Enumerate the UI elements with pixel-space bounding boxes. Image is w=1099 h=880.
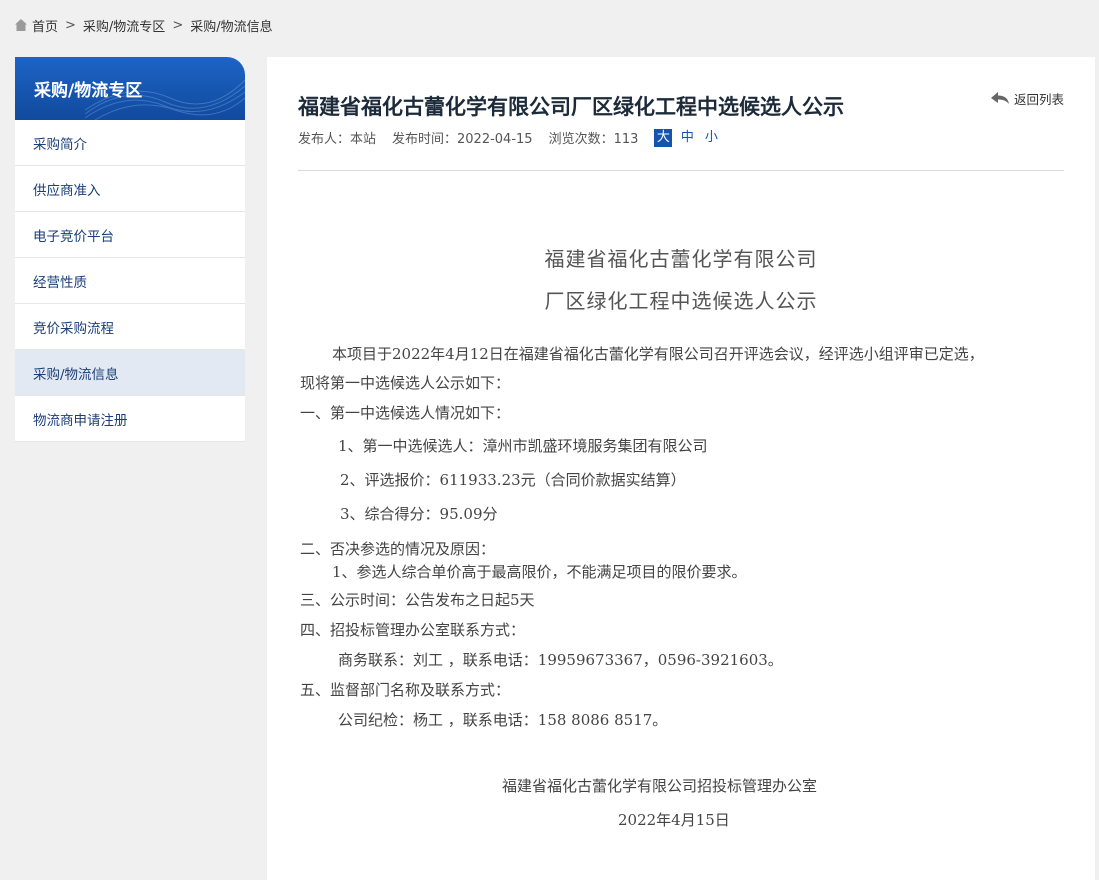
section-1-heading: 一、第一中选候选人情况如下： bbox=[300, 404, 511, 422]
signature-date: 2022年4月15日 bbox=[618, 811, 730, 829]
back-arrow-icon bbox=[990, 91, 1009, 104]
divider bbox=[298, 170, 1064, 171]
intro-line2: 现将第一中选候选人公示如下： bbox=[300, 374, 511, 392]
publisher: 发布人：本站 bbox=[298, 132, 377, 147]
font-size-large-button[interactable]: 大 bbox=[654, 128, 673, 147]
section-4-heading: 四、招投标管理办公室联系方式： bbox=[300, 621, 526, 639]
candidate-score: 3、综合得分：95.09分 bbox=[340, 505, 498, 523]
sidebar-item-bidding-process[interactable]: 竞价采购流程 bbox=[15, 304, 245, 350]
sidebar-item-logistics-register[interactable]: 物流商申请注册 bbox=[15, 396, 245, 442]
back-to-list-button[interactable]: 返回列表 bbox=[990, 89, 1064, 108]
sidebar-title: 采购/物流专区 bbox=[34, 81, 143, 101]
candidate-price: 2、评选报价：611933.23元（合同价款据实结算） bbox=[340, 471, 686, 489]
section-5-heading: 五、监督部门名称及联系方式： bbox=[300, 681, 511, 699]
font-size-small-button[interactable]: 小 bbox=[702, 129, 720, 147]
rejection-reason: 1、参选人综合单价高于最高限价，不能满足项目的限价要求。 bbox=[332, 563, 747, 581]
sidebar-item-supplier-access[interactable]: 供应商准入 bbox=[15, 166, 245, 212]
article-meta: 发布人：本站 发布时间：2022-04-15 浏览次数：113 大 中 小 bbox=[298, 128, 726, 147]
breadcrumb-level1[interactable]: 采购/物流专区 bbox=[83, 16, 165, 35]
breadcrumb-separator: > bbox=[65, 17, 76, 33]
sidebar-item-e-bidding[interactable]: 电子竞价平台 bbox=[15, 212, 245, 258]
intro-line1: 本项目于2022年4月12日在福建省福化古蕾化学有限公司召开评选会议，经评选小组… bbox=[332, 345, 984, 363]
page-title: 福建省福化古蕾化学有限公司厂区绿化工程中选候选人公示 bbox=[298, 95, 844, 119]
signature: 福建省福化古蕾化学有限公司招投标管理办公室 bbox=[502, 777, 818, 795]
sidebar-item-procurement-intro[interactable]: 采购简介 bbox=[15, 120, 245, 166]
breadcrumb-home[interactable]: 首页 bbox=[32, 16, 58, 35]
publish-time: 发布时间：2022-04-15 bbox=[392, 132, 533, 147]
sidebar: 采购/物流专区 采购简介 供应商准入 电子竞价平台 经营性质 竞价采购流程 采购… bbox=[15, 57, 245, 442]
breadcrumb-level2[interactable]: 采购/物流信息 bbox=[190, 16, 272, 35]
font-size-medium-button[interactable]: 中 bbox=[678, 129, 696, 147]
business-contact: 商务联系：刘工 ，联系电话：19959673367，0596-3921603。 bbox=[338, 651, 783, 669]
candidate-name: 1、第一中选候选人：漳州市凯盛环境服务集团有限公司 bbox=[338, 437, 708, 455]
back-to-list-label: 返回列表 bbox=[1013, 92, 1064, 107]
view-count: 浏览次数：113 bbox=[548, 132, 639, 147]
article-heading-line2: 厂区绿化工程中选候选人公示 bbox=[544, 289, 818, 313]
home-icon bbox=[15, 19, 27, 31]
section-3-heading: 三、公示时间：公告发布之日起5天 bbox=[300, 591, 535, 609]
article-heading-line1: 福建省福化古蕾化学有限公司 bbox=[544, 247, 818, 271]
breadcrumb-separator: > bbox=[172, 17, 184, 33]
sidebar-item-business-nature[interactable]: 经营性质 bbox=[15, 258, 245, 304]
sidebar-header: 采购/物流专区 bbox=[15, 57, 245, 120]
sidebar-menu: 采购简介 供应商准入 电子竞价平台 经营性质 竞价采购流程 采购/物流信息 物流… bbox=[15, 120, 245, 442]
supervision-contact: 公司纪检：杨工 ，联系电话：158 8086 8517。 bbox=[338, 711, 668, 729]
sidebar-item-procurement-info[interactable]: 采购/物流信息 bbox=[15, 350, 245, 396]
breadcrumb: 首页 > 采购/物流专区 > 采购/物流信息 bbox=[14, 15, 273, 35]
main-content: 福建省福化古蕾化学有限公司厂区绿化工程中选候选人公示 返回列表 发布人：本站 发… bbox=[267, 57, 1095, 880]
